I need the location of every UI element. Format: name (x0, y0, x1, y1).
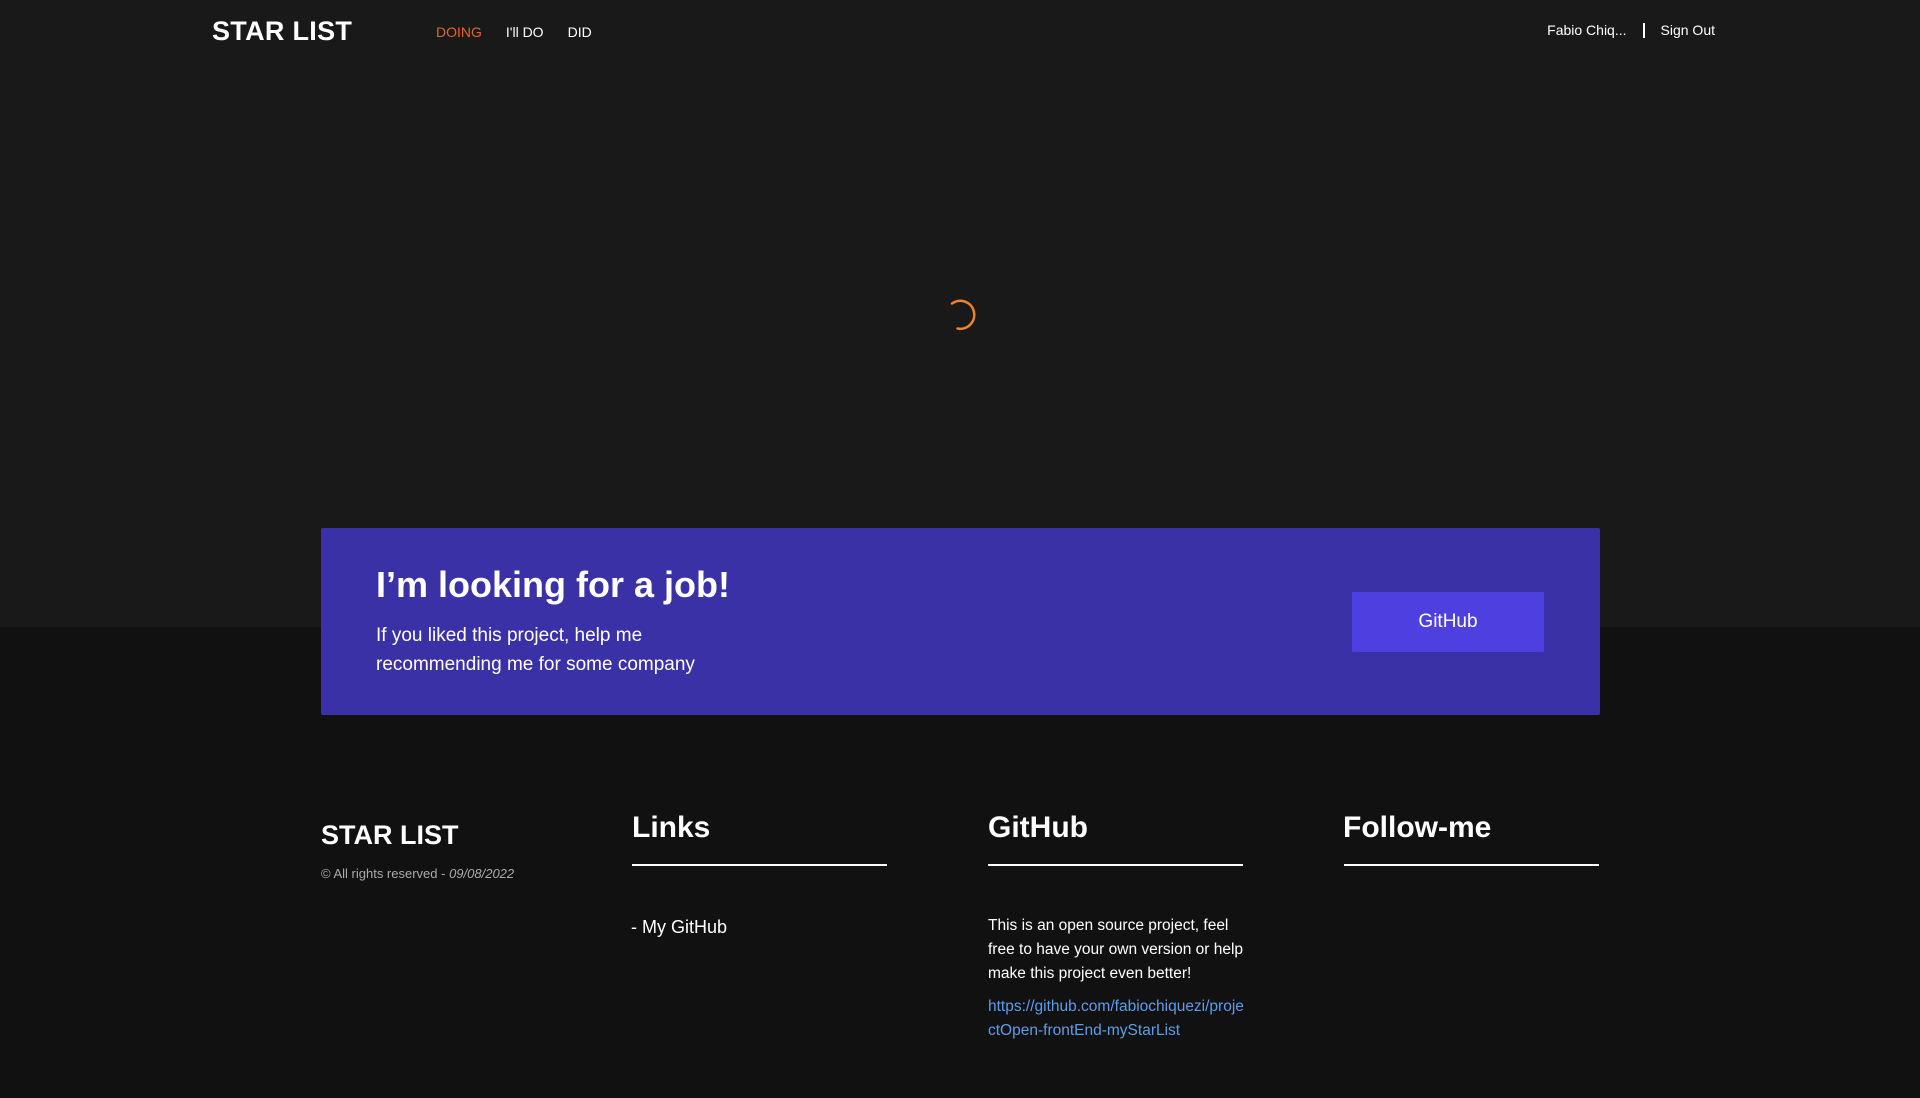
user-menu: Fabio Chiq... Sign Out (1547, 22, 1715, 38)
main-nav: DOING I'll DO DID (436, 24, 592, 40)
user-name[interactable]: Fabio Chiq... (1547, 22, 1626, 38)
banner-text: If you liked this project, help me recom… (376, 625, 695, 675)
github-divider (988, 864, 1243, 866)
sign-out-button[interactable]: Sign Out (1661, 22, 1715, 38)
footer-brand: STAR LIST (321, 820, 459, 850)
follow-me-title: Follow-me (1343, 811, 1492, 844)
banner-title: I’m looking for a job! (376, 564, 730, 605)
nav-ill-do[interactable]: I'll DO (506, 24, 544, 40)
my-github-link[interactable]: - My GitHub (631, 917, 727, 938)
github-button[interactable]: GitHub (1352, 592, 1544, 652)
github-title: GitHub (988, 811, 1088, 844)
brand-logo[interactable]: STAR LIST (212, 16, 352, 47)
github-repo-link[interactable]: https://github.com/fabiochiquezi/project… (988, 995, 1248, 1043)
user-separator (1642, 22, 1645, 38)
links-title: Links (632, 811, 711, 844)
loading-spinner-icon (950, 299, 976, 331)
copyright-text: © All rights reserved - (321, 866, 450, 881)
follow-me-divider (1344, 864, 1599, 866)
nav-did[interactable]: DID (568, 24, 592, 40)
nav-doing[interactable]: DOING (436, 24, 482, 40)
job-banner: I’m looking for a job! If you liked this… (321, 528, 1600, 715)
top-navbar: STAR LIST DOING I'll DO DID Fabio Chiq..… (0, 0, 1920, 66)
footer-copyright: © All rights reserved - 09/08/2022 (321, 866, 514, 881)
github-description: This is an open source project, feel fre… (988, 917, 1244, 982)
links-divider (632, 864, 887, 866)
copyright-date: 09/08/2022 (449, 866, 515, 881)
